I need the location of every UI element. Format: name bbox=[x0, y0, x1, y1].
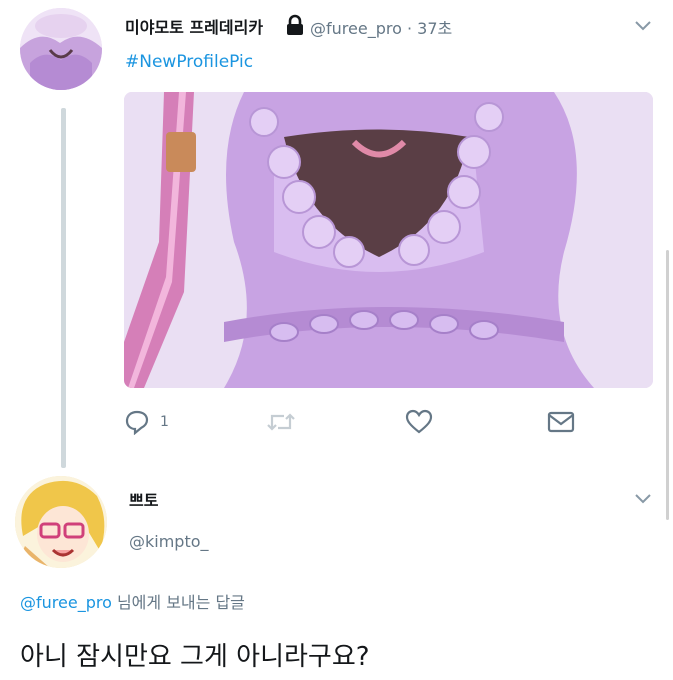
tweet-media-image[interactable] bbox=[124, 92, 653, 388]
display-name[interactable]: 미야모토 프레데리카 bbox=[125, 14, 263, 38]
chevron-down-icon[interactable] bbox=[632, 487, 654, 509]
reply-avatar[interactable] bbox=[15, 476, 107, 568]
reply-button[interactable]: 1 bbox=[124, 404, 169, 440]
replying-to-line: @furee_pro 님에게 보내는 답글 bbox=[20, 589, 245, 613]
chevron-down-icon[interactable] bbox=[632, 14, 654, 36]
avatar-image bbox=[15, 476, 107, 568]
retweet-button[interactable] bbox=[266, 404, 296, 440]
scrollbar[interactable] bbox=[666, 250, 669, 520]
avatar-image bbox=[20, 8, 102, 90]
retweet-icon bbox=[267, 413, 295, 431]
reply-count: 1 bbox=[160, 414, 169, 430]
reply-text: 아니 잠시만요 그게 아니라구요? bbox=[20, 642, 370, 672]
like-icon bbox=[405, 409, 433, 434]
thread-line bbox=[61, 108, 66, 468]
tweet-meta: @furee_pro · 37초 bbox=[310, 15, 452, 39]
lock-icon bbox=[285, 14, 305, 36]
reply-icon bbox=[125, 410, 149, 435]
direct-message-icon bbox=[547, 411, 575, 433]
reply-user-handle[interactable]: @kimpto_ bbox=[129, 532, 209, 551]
tweet-timestamp[interactable]: 37초 bbox=[417, 19, 452, 38]
reply-display-name[interactable]: 쁘토 bbox=[129, 487, 158, 511]
hashtag-link[interactable]: #NewProfilePic bbox=[125, 52, 253, 72]
replying-to-mention[interactable]: @furee_pro bbox=[20, 593, 112, 612]
direct-message-button[interactable] bbox=[546, 404, 576, 440]
media-illustration bbox=[124, 92, 653, 388]
like-button[interactable] bbox=[405, 404, 433, 440]
profile-avatar[interactable] bbox=[20, 8, 102, 90]
meta-separator: · bbox=[406, 19, 413, 38]
user-handle[interactable]: @furee_pro bbox=[310, 19, 402, 38]
replying-to-label: 님에게 보내는 답글 bbox=[116, 593, 245, 612]
